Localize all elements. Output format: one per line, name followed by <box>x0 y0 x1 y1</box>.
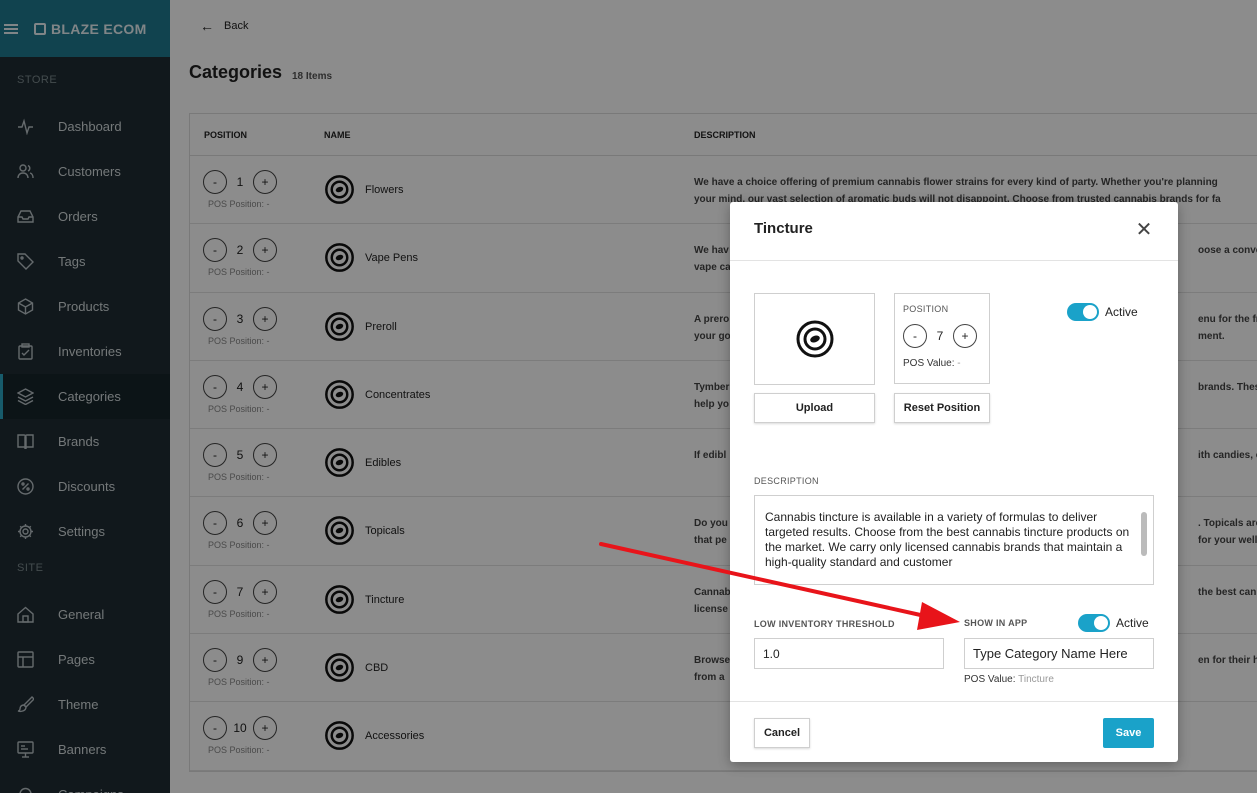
save-button[interactable]: Save <box>1103 718 1154 748</box>
pos-value-label: POS Value: <box>903 358 955 369</box>
increment-button[interactable]: + <box>953 324 977 348</box>
description-textarea[interactable]: Cannabis tincture is available in a vari… <box>754 495 1154 585</box>
active-toggle-group: Active <box>1067 303 1138 321</box>
low-inventory-input[interactable]: 1.0 <box>754 638 944 669</box>
active-toggle[interactable] <box>1067 303 1099 321</box>
category-logo-icon <box>796 320 833 358</box>
pos-value-name-label: POS Value: <box>964 674 1016 685</box>
show-in-app-label: SHOW IN APP <box>964 618 1028 628</box>
category-image <box>754 293 875 385</box>
pos-value-name-text: Tincture <box>1018 674 1054 685</box>
position-value: 7 <box>936 329 944 343</box>
show-in-app-toggle-group: Active <box>1078 614 1149 632</box>
modal-title: Tincture <box>754 220 813 237</box>
reset-position-button[interactable]: Reset Position <box>894 393 990 423</box>
close-icon[interactable]: ✕ <box>1134 220 1154 240</box>
show-in-app-toggle[interactable] <box>1078 614 1110 632</box>
category-name-input[interactable]: Type Category Name Here <box>964 638 1154 669</box>
upload-button[interactable]: Upload <box>754 393 875 423</box>
low-inventory-label: LOW INVENTORY THRESHOLD <box>754 619 895 629</box>
show-in-app-active-label: Active <box>1116 616 1149 630</box>
modal-footer: Cancel Save <box>730 701 1178 762</box>
pos-value: POS Value: - <box>903 358 961 369</box>
position-stepper: - 7 + <box>903 324 977 348</box>
pos-value-name: POS Value: Tincture <box>964 674 1054 685</box>
description-label: DESCRIPTION <box>754 476 819 486</box>
description-scrollbar[interactable] <box>1141 512 1147 556</box>
position-box: POSITION - 7 + POS Value: - <box>894 293 990 384</box>
active-toggle-label: Active <box>1105 305 1138 319</box>
edit-category-modal: Tincture ✕ Upload POSITION - 7 + POS Val… <box>730 202 1178 762</box>
decrement-button[interactable]: - <box>903 324 927 348</box>
position-label: POSITION <box>903 304 949 314</box>
pos-value-text: - <box>957 358 961 369</box>
cancel-button[interactable]: Cancel <box>754 718 810 748</box>
description-text: Cannabis tincture is available in a vari… <box>765 510 1130 569</box>
modal-header: Tincture ✕ <box>730 202 1178 261</box>
